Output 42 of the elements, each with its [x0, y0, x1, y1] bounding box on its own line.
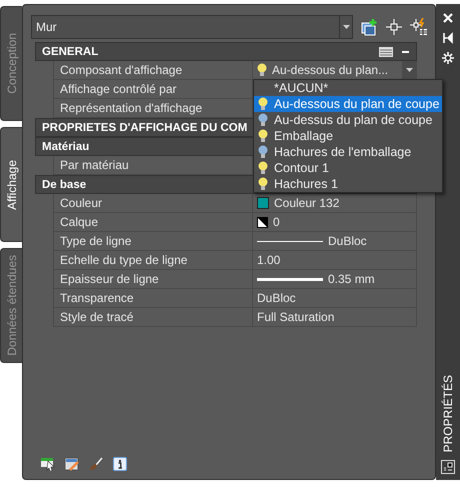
crosshair-icon[interactable]: [385, 18, 403, 36]
edit-style-icon[interactable]: [65, 457, 79, 471]
property-name: Transparence: [53, 289, 253, 308]
list-icon[interactable]: [379, 46, 393, 56]
close-icon[interactable]: [442, 12, 454, 24]
property-name: Composant d'affichage: [53, 61, 253, 80]
property-value: 0: [273, 215, 280, 229]
quick-select-icon[interactable]: [410, 18, 428, 36]
info-icon[interactable]: [113, 457, 127, 471]
pin-icon[interactable]: [443, 32, 453, 44]
property-value: DuBloc: [328, 234, 367, 248]
property-name: Style de tracé: [53, 308, 253, 327]
property-name: Affichage contrôlé par: [53, 80, 253, 99]
caret-icon: [406, 68, 412, 72]
side-tab[interactable]: Affichage: [0, 127, 22, 242]
layer-icon: [257, 216, 268, 228]
property-value: Couleur 132: [274, 196, 340, 210]
settings-icon[interactable]: [442, 52, 454, 64]
menu-item[interactable]: Au-dessous du plan de coupe: [254, 96, 442, 112]
property-value: DuBloc: [257, 291, 296, 305]
dropdown-button[interactable]: [402, 61, 416, 79]
property-name: Couleur: [53, 194, 253, 213]
property-name: Epaisseur de ligne: [53, 270, 253, 289]
section-header[interactable]: GENERAL: [35, 42, 417, 61]
property-name: Calque: [53, 213, 253, 232]
caret-icon: [342, 25, 350, 29]
property-value: Full Saturation: [257, 310, 334, 324]
properties-icon[interactable]: [441, 460, 455, 474]
brush-icon[interactable]: [89, 457, 103, 471]
property-name: Type de ligne: [53, 232, 253, 251]
line-sample: [257, 278, 323, 280]
menu-item[interactable]: Contour 1: [254, 160, 442, 176]
select-objects-icon[interactable]: [41, 457, 55, 471]
palette-title: PROPRIÉTÉS: [441, 374, 455, 452]
line-sample: [257, 240, 323, 242]
property-value[interactable]: Au-dessous du plan...: [272, 63, 388, 77]
property-value: 1.00: [257, 253, 280, 267]
object-type-dropdown[interactable]: Mur: [31, 15, 353, 39]
menu-item[interactable]: *AUCUN*: [254, 80, 442, 96]
add-object-icon[interactable]: [360, 18, 378, 36]
property-name: Echelle du type de ligne: [53, 251, 253, 270]
property-value: 0.35 mm: [328, 272, 375, 286]
